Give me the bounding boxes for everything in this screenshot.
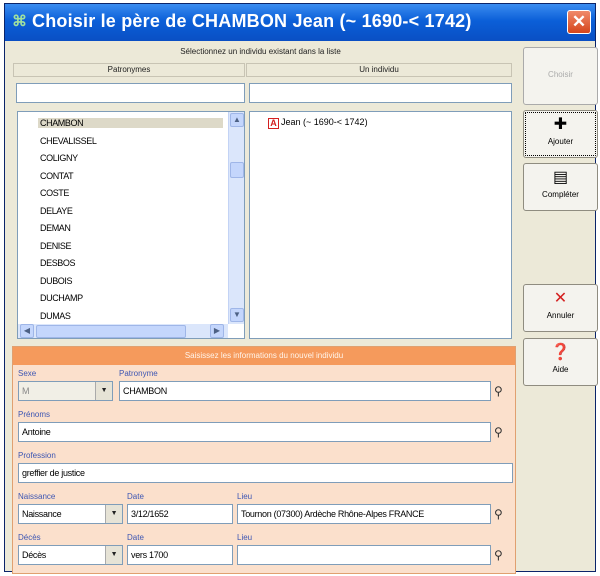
- close-button[interactable]: ✕: [567, 10, 591, 34]
- help-button[interactable]: ❓ Aide: [523, 338, 598, 386]
- sexe-value: M: [22, 386, 30, 396]
- scroll-thumb[interactable]: [230, 162, 244, 178]
- individual-label: Jean (~ 1690-< 1742): [281, 117, 368, 127]
- naissance-date-input[interactable]: 3/12/1652: [127, 504, 233, 524]
- individual-filter-input[interactable]: [249, 83, 512, 103]
- surname-list-item[interactable]: CHEVALISSEL: [40, 136, 97, 146]
- scroll-right-icon[interactable]: ▶: [210, 324, 224, 338]
- surname-list-item[interactable]: DENISE: [40, 241, 72, 251]
- complete-button[interactable]: ▤ Compléter: [523, 163, 598, 211]
- surname-filter-input[interactable]: [16, 83, 245, 103]
- family-tree-icon: ⌘: [12, 13, 27, 30]
- chevron-down-icon[interactable]: ▼: [95, 382, 112, 400]
- deces-label: Décès: [18, 533, 41, 542]
- naissance-select[interactable]: Naissance ▼: [18, 504, 123, 524]
- form-header: Saisissez les informations du nouvel ind…: [13, 347, 515, 365]
- surnames-header[interactable]: Patronymes: [13, 63, 245, 77]
- choose-button[interactable]: Choisir: [523, 47, 598, 105]
- search-binoculars-icon[interactable]: ⚲: [494, 384, 503, 398]
- search-binoculars-icon[interactable]: ⚲: [494, 507, 503, 521]
- individual-list[interactable]: A Jean (~ 1690-< 1742): [249, 111, 512, 339]
- chevron-down-icon[interactable]: ▼: [105, 505, 122, 523]
- deces-lieu-input[interactable]: [237, 545, 491, 565]
- add-button[interactable]: ✚ Ajouter: [523, 110, 598, 158]
- deces-lieu-label: Lieu: [237, 533, 253, 542]
- profession-input[interactable]: greffier de justice: [18, 463, 513, 483]
- form-icon: ▤: [552, 169, 569, 186]
- profession-label: Profession: [18, 451, 56, 460]
- selection-hint: Sélectionnez un individu existant dans l…: [180, 47, 341, 56]
- surname-list[interactable]: CHAMBON CHEVALISSEL COLIGNY CONTAT COSTE DELA…: [17, 111, 245, 339]
- surname-horizontal-scrollbar[interactable]: ◀ ▶: [18, 324, 228, 338]
- individuals-header[interactable]: Un individu: [246, 63, 512, 77]
- help-icon: ❓: [550, 344, 571, 361]
- surname-list-item[interactable]: DESBOS: [40, 258, 76, 268]
- deces-date-input[interactable]: vers 1700: [127, 545, 233, 565]
- deces-date-label: Date: [127, 533, 144, 542]
- dialog-window: ⌘ Choisir le père de CHAMBON Jean (~ 169…: [4, 3, 598, 574]
- sexe-select[interactable]: M ▼: [18, 381, 113, 401]
- cancel-button[interactable]: ✕ Annuler: [523, 284, 598, 332]
- deces-value: Décès: [22, 550, 47, 560]
- window-title: Choisir le père de CHAMBON Jean (~ 1690-…: [32, 11, 472, 31]
- naissance-lieu-label: Lieu: [237, 492, 253, 501]
- surname-list-item[interactable]: CHAMBON: [38, 118, 223, 128]
- patronyme-input[interactable]: CHAMBON: [119, 381, 491, 401]
- naissance-lieu-input[interactable]: Tournon (07300) Ardèche Rhône-Alpes FRAN…: [237, 504, 491, 524]
- scroll-left-icon[interactable]: ◀: [20, 324, 34, 338]
- surname-list-item[interactable]: DELAYE: [40, 206, 73, 216]
- new-individual-form: Saisissez les informations du nouvel ind…: [12, 346, 516, 574]
- sexe-label: Sexe: [18, 369, 37, 378]
- surname-list-item[interactable]: DUBOIS: [40, 276, 73, 286]
- search-binoculars-icon[interactable]: ⚲: [494, 548, 503, 562]
- prenoms-label: Prénoms: [18, 410, 51, 419]
- prenoms-input[interactable]: Antoine: [18, 422, 491, 442]
- title-bar[interactable]: ⌘ Choisir le père de CHAMBON Jean (~ 169…: [5, 4, 595, 41]
- horizontal-scroll-thumb[interactable]: [36, 325, 186, 338]
- surname-list-item[interactable]: COLIGNY: [40, 153, 78, 163]
- surname-list-item[interactable]: DEMAN: [40, 223, 71, 233]
- individual-list-item[interactable]: A Jean (~ 1690-< 1742): [268, 117, 368, 129]
- patronyme-label: Patronyme: [119, 369, 158, 378]
- naissance-label: Naissance: [18, 492, 56, 501]
- scroll-up-icon[interactable]: ▲: [230, 113, 244, 127]
- surname-list-item[interactable]: DUMAS: [40, 311, 71, 321]
- naissance-value: Naissance: [22, 509, 62, 519]
- add-icon: ✚: [553, 116, 568, 133]
- search-binoculars-icon[interactable]: ⚲: [494, 425, 503, 439]
- surname-list-item[interactable]: COSTE: [40, 188, 69, 198]
- cancel-icon: ✕: [553, 290, 568, 307]
- deces-select[interactable]: Décès ▼: [18, 545, 123, 565]
- surname-list-item[interactable]: CONTAT: [40, 171, 74, 181]
- naissance-date-label: Date: [127, 492, 144, 501]
- surname-list-item[interactable]: DUCHAMP: [40, 293, 83, 303]
- chevron-down-icon[interactable]: ▼: [105, 546, 122, 564]
- scroll-down-icon[interactable]: ▼: [230, 308, 244, 322]
- individual-icon: A: [268, 118, 279, 129]
- surname-vertical-scrollbar[interactable]: ▲ ▼: [228, 112, 244, 324]
